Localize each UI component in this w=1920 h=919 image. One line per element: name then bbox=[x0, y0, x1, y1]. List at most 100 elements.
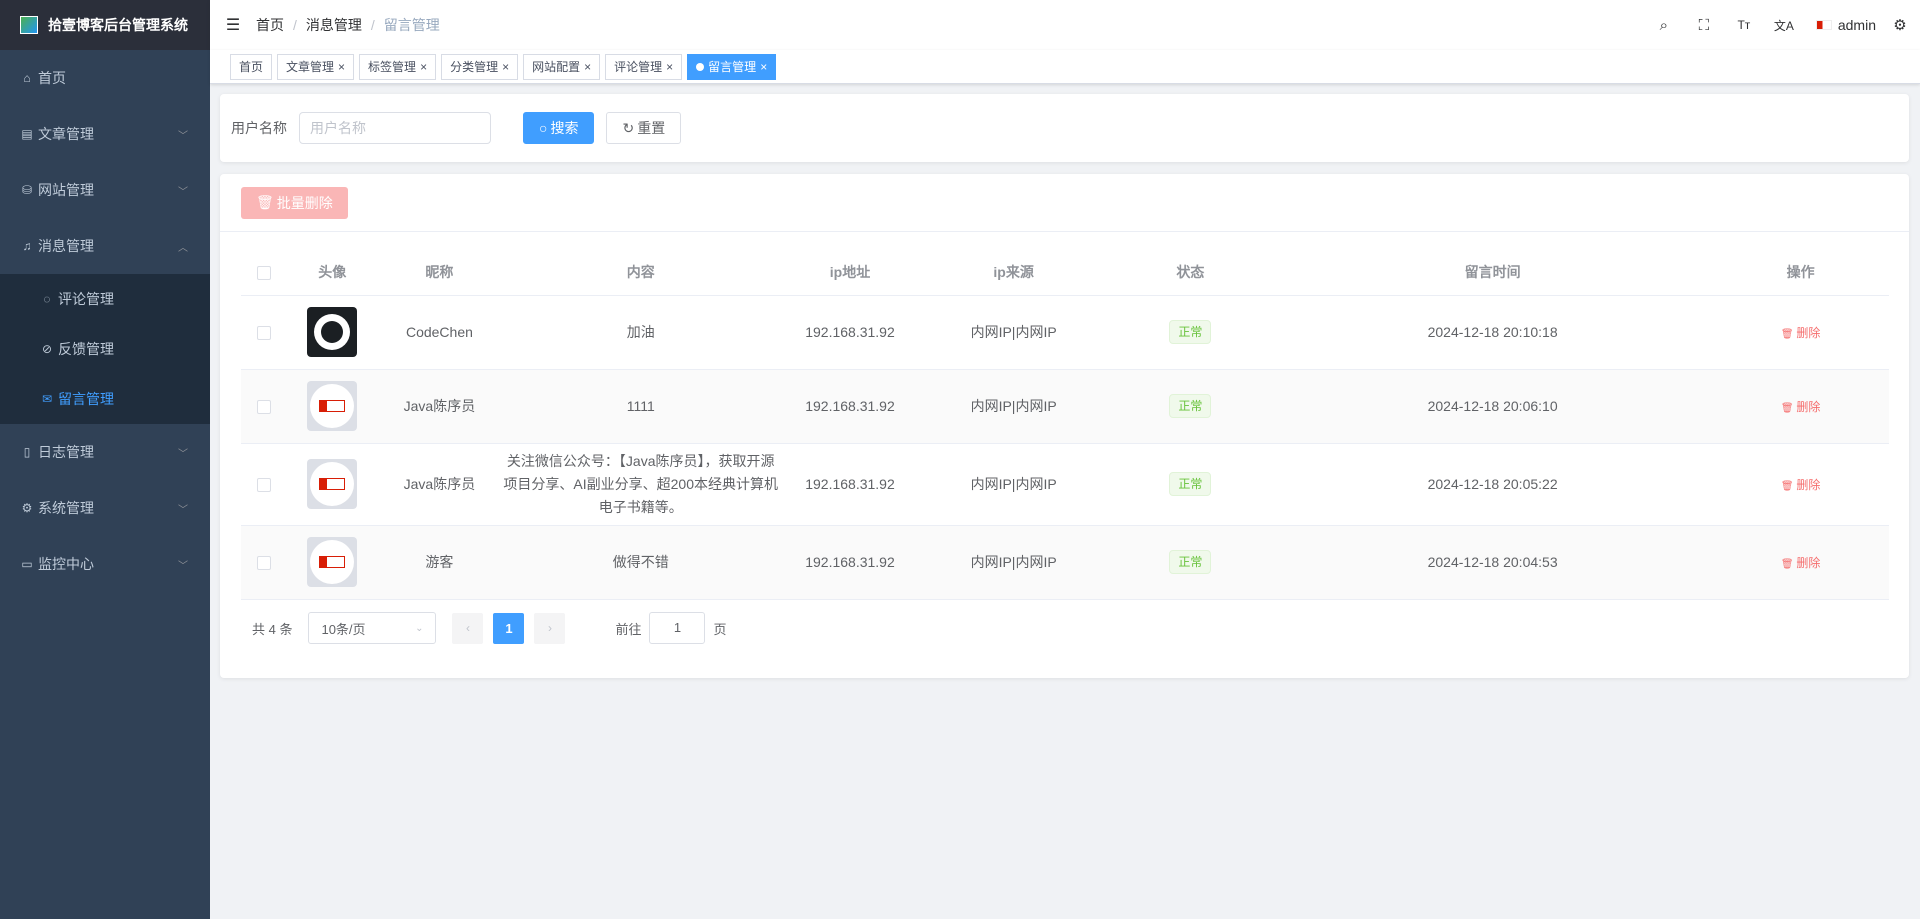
status-cell: 正常 bbox=[1107, 443, 1274, 526]
select-all-cell bbox=[241, 250, 287, 296]
sidebar-item-6[interactable]: ▭ 监控中心 ﹀ bbox=[0, 536, 210, 592]
sidebar-item-label: 首页 bbox=[38, 70, 66, 86]
tab-5[interactable]: 评论管理 × bbox=[605, 53, 683, 80]
tab-1[interactable]: 文章管理 × bbox=[277, 53, 355, 80]
nickname: CodeChen bbox=[405, 324, 473, 340]
username-search-input[interactable] bbox=[299, 112, 491, 144]
ip-address: 192.168.31.92 bbox=[805, 554, 895, 570]
refresh-icon: ↻ bbox=[622, 119, 635, 136]
home-icon: ⌂ bbox=[23, 71, 31, 85]
tab-0[interactable]: 首页 bbox=[230, 53, 273, 80]
sidebar-subitem-3-2[interactable]: ✉ 留言管理 bbox=[0, 374, 210, 424]
search-button[interactable]: ○ 搜索 bbox=[523, 112, 595, 144]
ip-cell: 192.168.31.92 bbox=[780, 295, 920, 370]
log-icon: ▯ bbox=[23, 445, 31, 459]
batch-delete-button[interactable]: 🗑 批量删除 bbox=[241, 186, 348, 219]
sidebar-item-0[interactable]: ⌂ 首页 bbox=[0, 50, 210, 106]
column-header: ip来源 bbox=[919, 250, 1108, 296]
page-number-button[interactable]: 1 bbox=[493, 612, 525, 644]
row-checkbox[interactable] bbox=[256, 326, 271, 341]
table-row[interactable]: 游客 做得不错 192.168.31.92 内网IP|内网IP 正常 2024-12-18… bbox=[241, 525, 1889, 600]
tab-3[interactable]: 分类管理 × bbox=[441, 53, 519, 80]
action-cell: 🗑 删除 bbox=[1712, 525, 1889, 600]
row-checkbox[interactable] bbox=[256, 478, 271, 493]
tab-4[interactable]: 网站配置 × bbox=[523, 53, 601, 80]
close-icon[interactable]: × bbox=[666, 55, 673, 79]
table-row[interactable]: CodeChen 加油 192.168.31.92 内网IP|内网IP 正常 2024-1… bbox=[241, 295, 1889, 370]
delete-label: 删除 bbox=[1796, 555, 1821, 570]
delete-button[interactable]: 🗑 删除 bbox=[1781, 556, 1821, 570]
status-badge: 正常 bbox=[1169, 472, 1212, 496]
select-cell bbox=[241, 525, 287, 600]
sidebar-item-2[interactable]: ⛁ 网站管理 ﹀ bbox=[0, 162, 210, 218]
sidebar-item-5[interactable]: ⚙ 系统管理 ﹀ bbox=[0, 480, 210, 536]
fullscreen-icon[interactable]: ⛶ bbox=[1684, 17, 1724, 34]
pagination: 共 4 条 10条/页 ⌄ ‹ 1 › 前往 1 页 bbox=[252, 612, 727, 644]
delete-button[interactable]: 🗑 删除 bbox=[1781, 400, 1821, 414]
row-checkbox[interactable] bbox=[256, 556, 271, 571]
nickname-cell: 游客 bbox=[377, 525, 502, 600]
navbar: ☰ 首页 / 消息管理 / 留言管理 ⌕ ⛶ Tт 文A admin ⚙ bbox=[210, 0, 1920, 50]
logo[interactable]: 拾壹博客后台管理系统 bbox=[0, 0, 210, 50]
tab-label: 文章管理 bbox=[286, 59, 335, 74]
search-icon[interactable]: ⌕ bbox=[1644, 17, 1684, 34]
delete-button[interactable]: 🗑 删除 bbox=[1781, 326, 1821, 340]
goto-page-input[interactable]: 1 bbox=[649, 612, 706, 644]
close-icon[interactable]: × bbox=[584, 55, 591, 79]
status-badge: 正常 bbox=[1169, 550, 1212, 574]
page-size-select[interactable]: 10条/页 ⌄ bbox=[308, 612, 437, 644]
sidebar-subitem-3-1[interactable]: ⊘ 反馈管理 bbox=[0, 324, 210, 374]
tab-label: 评论管理 bbox=[614, 59, 663, 74]
status-cell: 正常 bbox=[1107, 525, 1274, 600]
close-icon[interactable]: × bbox=[760, 55, 767, 79]
prev-page-button[interactable]: ‹ bbox=[452, 612, 484, 644]
breadcrumb-item-home[interactable]: 首页 bbox=[256, 15, 284, 35]
feedback-icon: ⊘ bbox=[41, 342, 53, 356]
font-size-icon[interactable]: Tт bbox=[1724, 18, 1764, 32]
language-icon[interactable]: 文A bbox=[1764, 17, 1804, 34]
ip-cell: 192.168.31.92 bbox=[780, 443, 920, 526]
column-header: 内容 bbox=[501, 250, 781, 296]
user-avatar[interactable] bbox=[1815, 20, 1832, 30]
search-label: 用户名称 bbox=[231, 120, 287, 136]
delete-button[interactable]: 🗑 删除 bbox=[1781, 478, 1821, 492]
breadcrumb-separator: / bbox=[293, 17, 297, 33]
avatar bbox=[307, 381, 358, 431]
tab-2[interactable]: 标签管理 × bbox=[359, 53, 437, 80]
sidebar-item-3[interactable]: ♫ 消息管理 ︿ bbox=[0, 218, 210, 274]
tab-label: 网站配置 bbox=[532, 59, 581, 74]
sidebar-item-4[interactable]: ▯ 日志管理 ﹀ bbox=[0, 424, 210, 480]
tab-6[interactable]: 留言管理 × bbox=[687, 53, 777, 80]
ip-source-cell: 内网IP|内网IP bbox=[919, 369, 1108, 444]
reset-button[interactable]: ↻ 重置 bbox=[606, 112, 682, 144]
row-checkbox[interactable] bbox=[256, 400, 271, 415]
action-cell: 🗑 删除 bbox=[1712, 295, 1889, 370]
table-row[interactable]: Java陈序员 关注微信公众号：【Java陈序员】，获取开源项目分享、AI副业分享… bbox=[241, 443, 1889, 526]
chevron-down-icon: ﹀ bbox=[178, 130, 188, 142]
chevron-down-icon: ﹀ bbox=[178, 504, 188, 516]
table-row[interactable]: Java陈序员 1111 192.168.31.92 内网IP|内网IP 正常 2024-… bbox=[241, 369, 1889, 444]
breadcrumb-item-current: 留言管理 bbox=[383, 17, 440, 33]
java-logo-icon bbox=[310, 462, 355, 506]
close-icon[interactable]: × bbox=[502, 55, 509, 79]
next-page-button[interactable]: › bbox=[534, 612, 566, 644]
select-all-checkbox[interactable] bbox=[256, 266, 271, 281]
sidebar-item-label: 消息管理 bbox=[38, 238, 94, 254]
select-cell bbox=[241, 443, 287, 526]
batch-delete-label: 批量删除 bbox=[276, 194, 333, 211]
logo-icon bbox=[20, 16, 38, 34]
user-name[interactable]: admin bbox=[1838, 17, 1876, 33]
message-content: 关注微信公众号：【Java陈序员】，获取开源项目分享、AI副业分享、超200本经… bbox=[503, 452, 779, 515]
message-icon: ✉ bbox=[41, 392, 53, 406]
close-icon[interactable]: × bbox=[338, 55, 345, 79]
java-logo-icon bbox=[310, 384, 355, 428]
delete-label: 删除 bbox=[1796, 399, 1821, 414]
sidebar-subitem-3-0[interactable]: ◌ 评论管理 bbox=[0, 274, 210, 324]
ip-address: 192.168.31.92 bbox=[805, 398, 895, 414]
hamburger-icon[interactable]: ☰ bbox=[210, 15, 256, 35]
close-icon[interactable]: × bbox=[420, 55, 427, 79]
sidebar-item-1[interactable]: ▤ 文章管理 ﹀ bbox=[0, 106, 210, 162]
nickname: Java陈序员 bbox=[403, 398, 476, 414]
settings-icon[interactable]: ⚙ bbox=[1890, 16, 1910, 34]
time-cell: 2024-12-18 20:06:10 bbox=[1273, 369, 1713, 444]
